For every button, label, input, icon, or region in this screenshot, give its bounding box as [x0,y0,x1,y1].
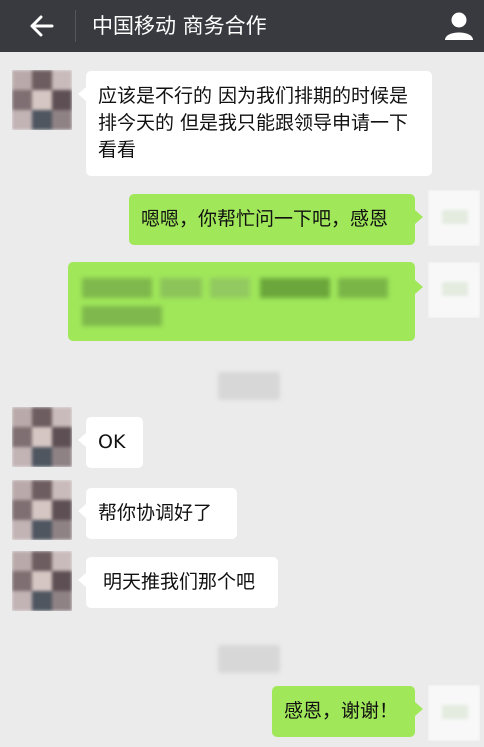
contact-avatar[interactable] [12,480,72,540]
bubble-tail [78,573,86,587]
chat-title: 中国移动 商务合作 [92,14,267,38]
back-button[interactable] [22,12,62,40]
message-bubble-received[interactable]: 帮你协调好了 [78,488,237,539]
header-divider [75,10,76,42]
message-text: 嗯嗯，你帮忙问一下吧，感恩 [141,208,389,230]
contact-avatar[interactable] [12,551,72,611]
bubble-tail [415,280,423,294]
message-text: 应该是不行的 因为我们排期的时候是排今天的 但是我只能跟领导申请一下看看 [98,85,409,161]
bubble-tail [415,210,423,224]
message-bubble-received[interactable]: OK [78,417,143,468]
my-avatar[interactable] [428,190,480,246]
timestamp-blurred [218,645,280,673]
timestamp-blurred [218,372,280,400]
my-avatar[interactable] [428,262,480,318]
message-bubble-received[interactable]: 应该是不行的 因为我们排期的时候是排今天的 但是我只能跟领导申请一下看看 [78,71,432,176]
message-bubble-received[interactable]: 明天推我们那个吧 [78,557,278,608]
message-text: 明天推我们那个吧 [103,571,256,593]
chat-header: 中国移动 商务合作 [0,0,484,52]
contact-avatar[interactable] [12,70,72,130]
contact-info-button[interactable] [440,8,478,44]
contact-avatar[interactable] [12,407,72,467]
message-bubble-sent-blurred[interactable] [68,262,423,341]
message-text: OK [98,431,126,453]
person-icon [445,12,473,40]
bubble-tail [78,87,86,101]
bubble-tail [78,433,86,447]
arrow-left-icon [30,15,54,37]
message-bubble-sent[interactable]: 感恩，谢谢！ [272,686,423,737]
message-bubble-sent[interactable]: 嗯嗯，你帮忙问一下吧，感恩 [129,194,423,245]
message-text: 帮你协调好了 [98,502,213,524]
blurred-text [82,276,402,336]
bubble-tail [415,702,423,716]
bubble-tail [78,504,86,518]
my-avatar[interactable] [428,685,480,741]
message-text: 感恩，谢谢！ [284,700,399,722]
